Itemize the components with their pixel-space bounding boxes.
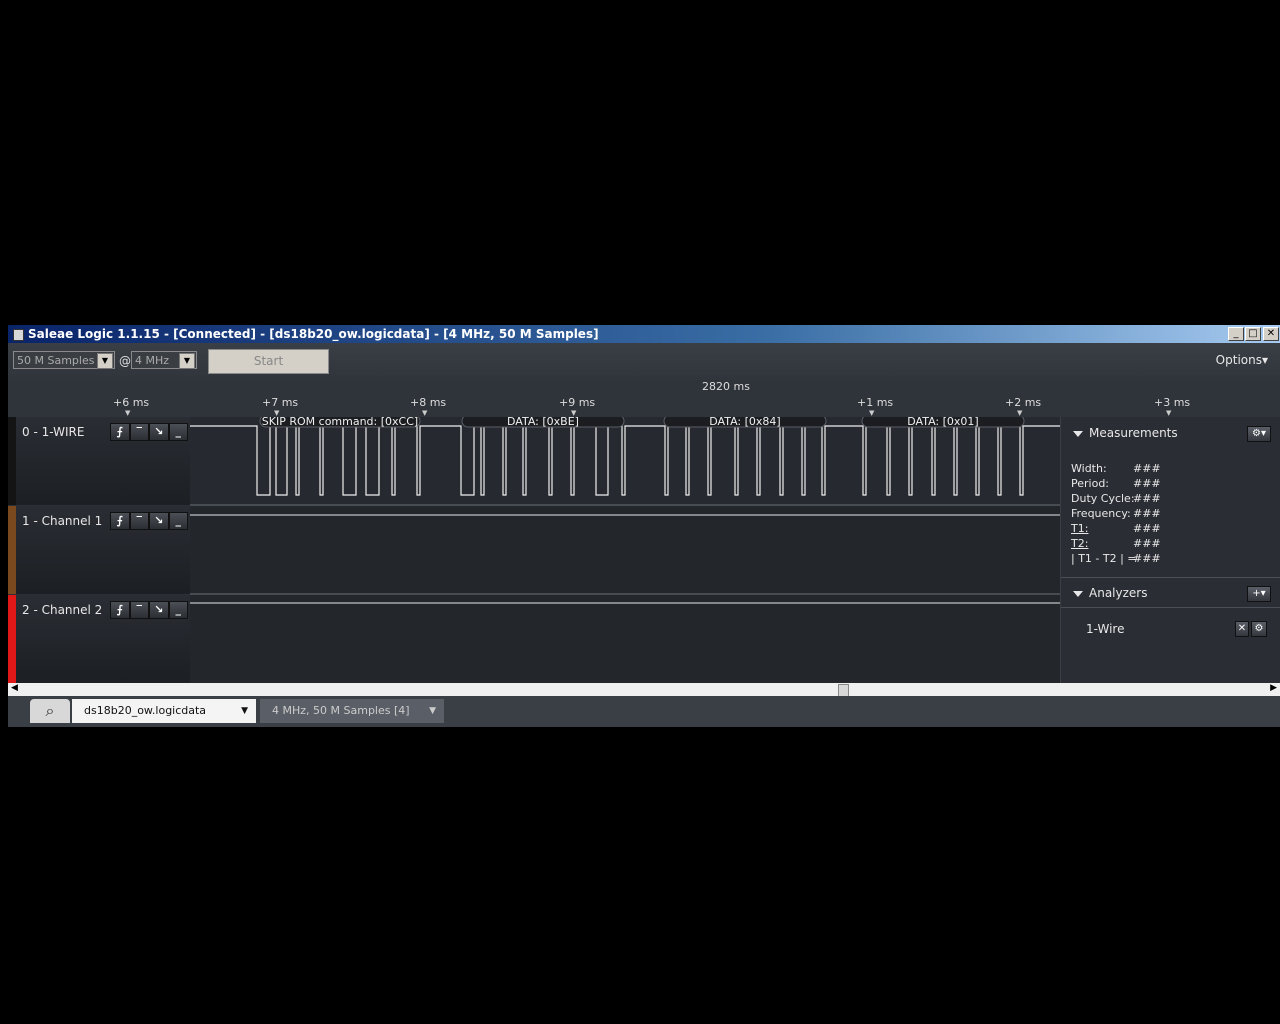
title-bar: Saleae Logic 1.1.15 - [Connected] - [ds1… xyxy=(8,325,1280,343)
channel-2-header[interactable]: 2 - Channel 2 ⨍ ‾ ↘ _ xyxy=(8,595,190,683)
close-icon[interactable]: ✕ xyxy=(1235,621,1249,637)
measurement-row[interactable]: T1: ### xyxy=(1071,522,1161,535)
measurements-header[interactable]: Measurements xyxy=(1073,426,1178,440)
analyzers-header[interactable]: Analyzers xyxy=(1073,586,1147,600)
measurement-row: Width: ### xyxy=(1071,462,1161,475)
decode-label: SKIP ROM command: [0xCC] xyxy=(262,417,418,428)
ruler-tick: +6 ms ▼ xyxy=(113,396,150,417)
analyzers-title: Analyzers xyxy=(1089,586,1148,600)
scroll-left-icon[interactable]: ◀ xyxy=(11,683,18,693)
analyzer-item[interactable]: 1-Wire xyxy=(1086,622,1124,636)
waveform-area[interactable]: SKIP ROM command: [0xCC] DATA: [0xBE] DA… xyxy=(190,414,1060,683)
ruler-tick: +8 ms ▼ xyxy=(410,396,447,417)
decode-label: DATA: [0x84] xyxy=(709,417,780,428)
low-level-icon[interactable]: _ xyxy=(168,512,188,530)
main-window: Saleae Logic 1.1.15 - [Connected] - [ds1… xyxy=(8,325,1280,727)
close-button[interactable]: ✕ xyxy=(1263,327,1279,341)
waveform-svg: SKIP ROM command: [0xCC] DATA: [0xBE] DA… xyxy=(190,414,1060,683)
tab-label: ds18b20_ow.logicdata xyxy=(84,704,207,717)
channel-color-stripe xyxy=(8,506,16,594)
start-button[interactable]: Start xyxy=(208,349,329,374)
scroll-right-icon[interactable]: ▶ xyxy=(1270,683,1277,693)
chevron-down-icon[interactable]: ▼ xyxy=(241,699,248,723)
samples-select[interactable]: 50 M Samples ▼ xyxy=(13,351,115,369)
search-icon[interactable]: ⌕ xyxy=(30,699,70,723)
side-panel: Measurements ⚙▾ Width: ### Period: ### Dut… xyxy=(1060,417,1280,683)
channel-name: 0 - 1-WIRE xyxy=(22,425,85,439)
toolbar: 50 M Samples ▼ @ 4 MHz ▼ Start Options▾ xyxy=(8,343,1280,380)
ruler-tick: +7 ms ▼ xyxy=(262,396,299,417)
decode-label: DATA: [0x01] xyxy=(907,417,978,428)
measurement-row: | T1 - T2 | = ### xyxy=(1071,552,1161,565)
maximize-button[interactable]: □ xyxy=(1245,327,1261,341)
center-time: 2820 ms xyxy=(702,380,750,393)
measurements-title: Measurements xyxy=(1089,426,1178,440)
trigger-buttons: ⨍ ‾ ↘ _ xyxy=(110,601,188,619)
decode-bubble: SKIP ROM command: [0xCC] xyxy=(259,414,421,428)
low-level-icon[interactable]: _ xyxy=(168,423,188,441)
tab-file[interactable]: ds18b20_ow.logicdata ▼ xyxy=(72,699,256,723)
high-level-icon[interactable]: ‾ xyxy=(129,423,149,441)
channel-1-header[interactable]: 1 - Channel 1 ⨍ ‾ ↘ _ xyxy=(8,506,190,594)
channel-0-header[interactable]: 0 - 1-WIRE ⨍ ‾ ↘ _ xyxy=(8,417,190,505)
ruler-tick: +9 ms ▼ xyxy=(559,396,596,417)
app-icon xyxy=(13,329,24,341)
rate-value: 4 MHz xyxy=(135,354,170,367)
high-level-icon[interactable]: ‾ xyxy=(129,512,149,530)
ruler-tick: +3 ms ▼ xyxy=(1154,396,1191,417)
low-level-icon[interactable]: _ xyxy=(168,601,188,619)
decode-bubble: DATA: [0x01] xyxy=(861,414,1025,428)
add-analyzer-icon[interactable]: +▾ xyxy=(1247,586,1271,602)
falling-edge-icon[interactable]: ↘ xyxy=(149,512,169,530)
ruler-tick: +2 ms ▼ xyxy=(1005,396,1042,417)
trigger-buttons: ⨍ ‾ ↘ _ xyxy=(110,512,188,530)
tab-capture[interactable]: 4 MHz, 50 M Samples [4] ▼ xyxy=(260,699,444,723)
chevron-down-icon[interactable]: ▼ xyxy=(179,353,195,369)
rising-edge-icon[interactable]: ⨍ xyxy=(110,423,130,441)
collapse-icon[interactable] xyxy=(1073,430,1083,437)
decode-bubble: DATA: [0xBE] xyxy=(461,414,625,428)
collapse-icon[interactable] xyxy=(1073,590,1083,597)
channel-color-stripe xyxy=(8,595,16,683)
divider xyxy=(1061,607,1280,608)
measurement-row: Duty Cycle: ### xyxy=(1071,492,1161,505)
at-label: @ xyxy=(119,354,131,368)
high-level-icon[interactable]: ‾ xyxy=(129,601,149,619)
trigger-buttons: ⨍ ‾ ↘ _ xyxy=(110,423,188,441)
decode-bubble: DATA: [0x84] xyxy=(663,414,827,428)
minimize-button[interactable]: _ xyxy=(1228,327,1244,341)
rising-edge-icon[interactable]: ⨍ xyxy=(110,512,130,530)
falling-edge-icon[interactable]: ↘ xyxy=(149,423,169,441)
falling-edge-icon[interactable]: ↘ xyxy=(149,601,169,619)
measurement-row: Period: ### xyxy=(1071,477,1161,490)
rising-edge-icon[interactable]: ⨍ xyxy=(110,601,130,619)
channel-color-stripe xyxy=(8,417,16,505)
divider xyxy=(1061,577,1280,578)
samples-value: 50 M Samples xyxy=(17,354,95,367)
time-ruler: 2820 ms +6 ms ▼ +7 ms ▼ +8 ms ▼ +9 ms ▼ +1 m… xyxy=(8,380,1280,417)
chevron-down-icon[interactable]: ▼ xyxy=(429,699,436,723)
measurement-row[interactable]: T2: ### xyxy=(1071,537,1161,550)
measurement-row: Frequency: ### xyxy=(1071,507,1161,520)
channel-name: 2 - Channel 2 xyxy=(22,603,103,617)
decode-label: DATA: [0xBE] xyxy=(507,417,579,428)
gear-icon[interactable]: ⚙▾ xyxy=(1247,426,1271,442)
options-menu[interactable]: Options▾ xyxy=(1216,353,1268,367)
gear-icon[interactable]: ⚙ xyxy=(1251,621,1267,637)
channel-name: 1 - Channel 1 xyxy=(22,514,103,528)
chevron-down-icon[interactable]: ▼ xyxy=(97,353,113,369)
tab-label: 4 MHz, 50 M Samples [4] xyxy=(272,704,410,717)
tab-bar: ⌕ ds18b20_ow.logicdata ▼ 4 MHz, 50 M Samp… xyxy=(8,696,1280,727)
rate-select[interactable]: 4 MHz ▼ xyxy=(131,351,197,369)
horizontal-scrollbar[interactable]: ◀ ▶ xyxy=(8,683,1280,697)
window-title: Saleae Logic 1.1.15 - [Connected] - [ds1… xyxy=(28,327,599,341)
ruler-tick: +1 ms ▼ xyxy=(857,396,894,417)
